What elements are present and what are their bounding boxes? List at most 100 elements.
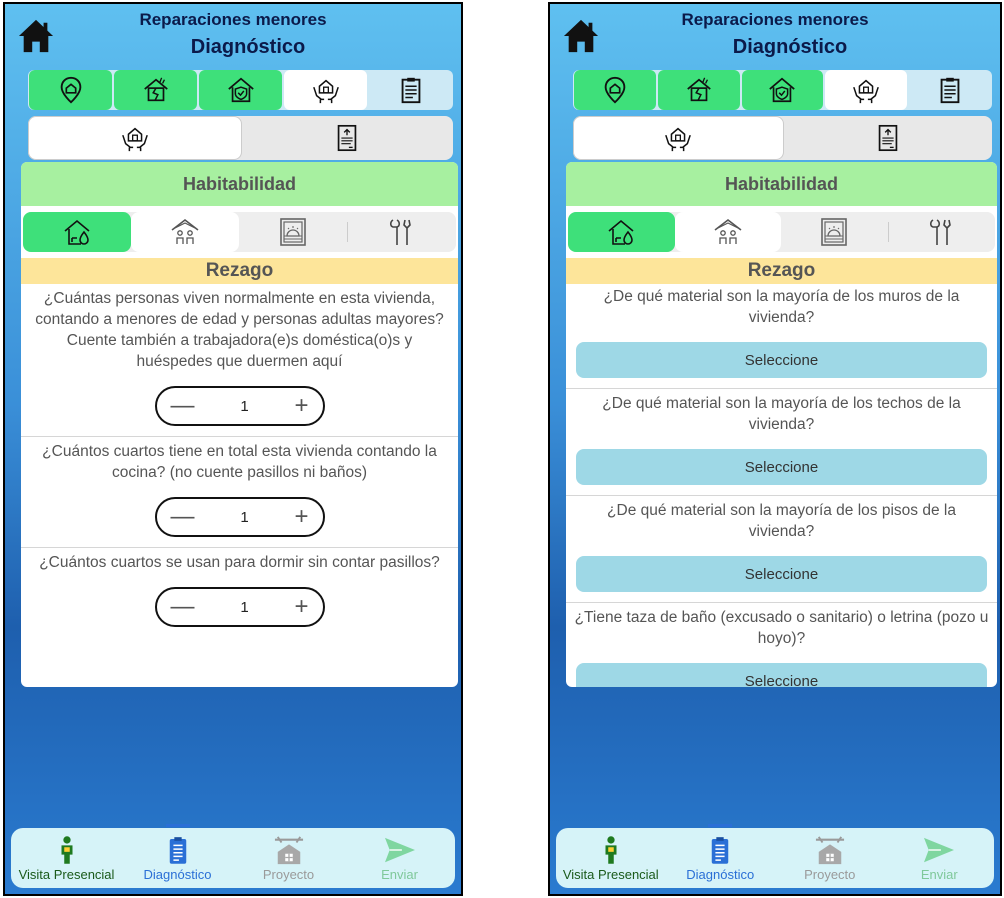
stepper-value[interactable]: 1: [240, 599, 248, 616]
subcategory-bar: [28, 116, 453, 160]
nav-label: Enviar: [381, 867, 418, 882]
nav-label: Visita Presencial: [18, 867, 115, 882]
tab-house-water[interactable]: [568, 212, 675, 252]
stepper-value[interactable]: 1: [240, 509, 248, 526]
nav-proyecto[interactable]: Proyecto: [775, 828, 885, 888]
category-clipboard[interactable]: [909, 70, 991, 110]
panel-title: Rezago: [566, 258, 997, 284]
material-select[interactable]: Seleccione: [576, 342, 987, 378]
category-bar: [28, 70, 453, 110]
top-bar: Reparaciones menores Diagnóstico: [550, 4, 1000, 70]
category-clipboard[interactable]: [369, 70, 452, 110]
broken-house-icon: [141, 75, 171, 105]
question-text: ¿Cuántos cuartos se usan para dormir sin…: [39, 554, 440, 571]
bottom-nav: Visita Presencial Diagnóstico Proyecto E…: [11, 824, 455, 888]
quantity-stepper: — 1 +: [154, 386, 325, 426]
app-title: Reparaciones menores: [681, 10, 869, 29]
window-icon: [277, 216, 309, 248]
increment-button[interactable]: +: [294, 503, 308, 531]
hands-house-icon: [311, 75, 341, 105]
house-plan-icon: [873, 123, 903, 153]
nav-label: Proyecto: [804, 867, 856, 882]
question-text: ¿De qué material son la mayoría de los m…: [603, 288, 960, 326]
top-bar: Reparaciones menores Diagnóstico: [5, 4, 461, 70]
material-select[interactable]: Seleccione: [576, 449, 987, 485]
nav-label: Visita Presencial: [562, 867, 659, 882]
nav-visita-presencial[interactable]: Visita Presencial: [11, 828, 122, 888]
nav-label: Diagnóstico: [143, 867, 212, 882]
decrement-button[interactable]: —: [171, 593, 195, 621]
form-card: Habitabilidad Rezago ¿Cuántas personas v…: [21, 162, 458, 687]
question-item: ¿Cuántos cuartos tiene en total esta viv…: [21, 437, 458, 548]
nav-enviar[interactable]: Enviar: [344, 828, 455, 888]
nav-label: Diagnóstico: [686, 867, 755, 882]
category-bar: [573, 70, 992, 110]
category-broken-house[interactable]: [657, 70, 740, 110]
hands-house-icon: [120, 123, 150, 153]
form-card: Habitabilidad Rezago ¿De qué material so…: [566, 162, 997, 687]
quantity-stepper: — 1 +: [154, 497, 325, 537]
app-title: Reparaciones menores: [139, 10, 327, 29]
section-tabs: [568, 212, 995, 252]
broken-house-icon: [684, 75, 714, 105]
quantity-stepper: — 1 +: [154, 587, 325, 627]
nav-proyecto[interactable]: Proyecto: [233, 828, 344, 888]
subcategory-hands-house[interactable]: [573, 116, 784, 160]
subcategory-house-plan[interactable]: [784, 116, 993, 160]
category-house-shield[interactable]: [199, 70, 282, 110]
person-icon: [600, 835, 622, 865]
question-text: ¿Tiene taza de baño (excusado o sanitari…: [574, 609, 989, 647]
tab-tools[interactable]: [348, 212, 456, 252]
nav-diagnostico[interactable]: Diagnóstico: [666, 824, 776, 888]
tab-window[interactable]: [781, 212, 888, 252]
subcategory-bar: [573, 116, 992, 160]
section-header: Habitabilidad: [566, 162, 997, 206]
window-icon: [818, 216, 850, 248]
right-screen: Reparaciones menores Diagnóstico Habitab…: [548, 2, 1002, 896]
question-item: ¿De qué material son la mayoría de los m…: [566, 284, 997, 389]
category-hands-house[interactable]: [284, 70, 367, 110]
tab-tools[interactable]: [889, 212, 996, 252]
nav-diagnostico[interactable]: Diagnóstico: [122, 824, 233, 888]
family-house-icon: [712, 216, 744, 248]
category-broken-house[interactable]: [114, 70, 197, 110]
family-house-icon: [169, 216, 201, 248]
house-water-icon: [605, 216, 637, 248]
person-icon: [56, 835, 78, 865]
tab-family-house[interactable]: [674, 212, 781, 252]
category-location-home[interactable]: [29, 70, 112, 110]
subcategory-house-plan[interactable]: [242, 116, 454, 160]
nav-visita-presencial[interactable]: Visita Presencial: [556, 828, 666, 888]
decrement-button[interactable]: —: [171, 392, 195, 420]
tab-family-house[interactable]: [131, 212, 239, 252]
material-select[interactable]: Seleccione: [576, 663, 987, 687]
category-hands-house[interactable]: [825, 70, 908, 110]
question-text: ¿De qué material son la mayoría de los p…: [607, 502, 956, 540]
category-location-home[interactable]: [574, 70, 656, 110]
question-text: ¿De qué material son la mayoría de los t…: [602, 395, 961, 433]
tab-house-water[interactable]: [23, 212, 131, 252]
question-item: ¿Tiene taza de baño (excusado o sanitari…: [566, 603, 997, 687]
tab-window[interactable]: [239, 212, 347, 252]
question-text: ¿Cuántas personas viven normalmente en e…: [35, 290, 444, 370]
send-icon: [922, 835, 956, 865]
section-tabs: [23, 212, 456, 252]
house-tools-icon: [813, 835, 847, 865]
nav-enviar[interactable]: Enviar: [885, 828, 995, 888]
material-select[interactable]: Seleccione: [576, 556, 987, 592]
category-house-shield[interactable]: [741, 70, 824, 110]
increment-button[interactable]: +: [294, 392, 308, 420]
clipboard-list-icon: [709, 835, 731, 865]
section-header: Habitabilidad: [21, 162, 458, 206]
increment-button[interactable]: +: [294, 593, 308, 621]
question-item: ¿De qué material son la mayoría de los p…: [566, 496, 997, 603]
subcategory-hands-house[interactable]: [28, 116, 242, 160]
tools-icon: [926, 216, 958, 248]
nav-label: Enviar: [920, 867, 958, 882]
decrement-button[interactable]: —: [171, 503, 195, 531]
clipboard-list-icon: [167, 835, 189, 865]
bottom-nav: Visita Presencial Diagnóstico Proyecto E…: [556, 824, 995, 888]
stepper-value[interactable]: 1: [240, 398, 248, 415]
hands-house-icon: [851, 75, 881, 105]
tools-icon: [386, 216, 418, 248]
